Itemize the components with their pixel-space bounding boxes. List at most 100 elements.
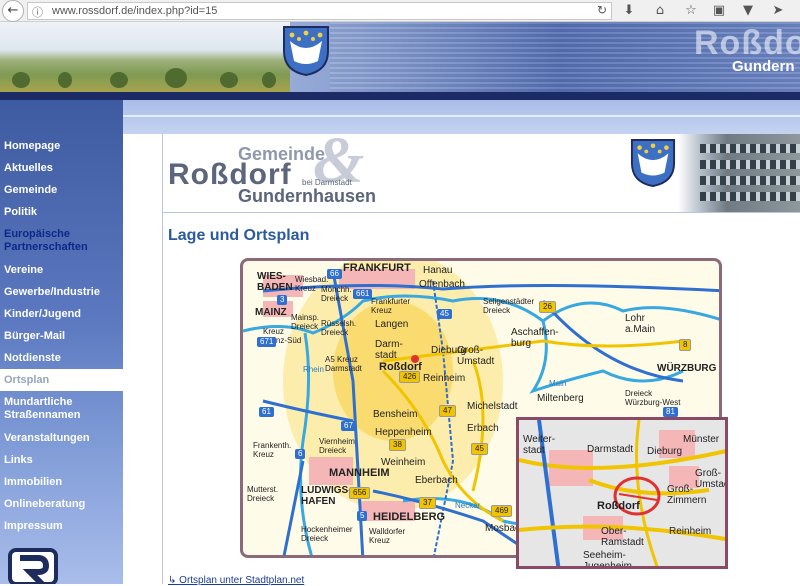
home-icon[interactable]: ⌂ [650,1,670,21]
browser-toolbar: ← ⓘ www.rossdorf.de/index.php?id=15 ↻ ⬇ … [0,0,800,22]
map-label-gross-umstadt: Groß- Umstadt [457,345,495,367]
road-shield-b426: 426 [399,371,421,383]
info-icon[interactable]: ⓘ [32,4,43,20]
sidebar-item-gemeinde[interactable]: Gemeinde [0,184,123,197]
map-label-walldorf: Walldorfer Kreuz [369,527,406,545]
road-shield-b45: 45 [471,443,488,455]
sidebar-item-notdienste[interactable]: Notdienste [0,352,123,365]
building-windows [700,192,800,201]
sidebar-item-impressum[interactable]: Impressum [0,520,123,533]
road-shield-b656: 656 [349,487,371,499]
building-windows [700,176,800,185]
map-label-lohr: Lohr a.Main [625,313,656,335]
map-label-mainz: MAINZ [255,307,287,318]
sidebar-item-ortsplan[interactable]: Ortsplan [0,369,123,391]
sidebar-item-kinder-jugend[interactable]: Kinder/Jugend [0,308,123,321]
road-shield-a67: 67 [341,421,356,431]
map-label-frankenthal: Frankenth. Kreuz [253,441,292,459]
sidebar-item-immobilien[interactable]: Immobilien [0,476,123,489]
tree-icon [12,72,30,88]
coat-of-arms-icon [283,26,329,77]
road-shield-b38: 38 [389,439,406,451]
pocket-icon[interactable]: ▼ [738,1,758,21]
sidebar-item-buerger-mail[interactable]: Bürger-Mail [0,330,123,343]
url-text[interactable]: www.rossdorf.de/index.php?id=15 [52,5,217,17]
stadtplan-link-label[interactable]: Ortsplan unter Stadtplan.net [179,575,304,586]
map-label-heppenheim: Heppenheim [375,427,432,438]
tree-icon [110,72,128,88]
map-label-mutterstadt: Mutterst. Dreieck [247,485,279,503]
map-label-langen: Langen [375,319,409,330]
road-shield-b8: 8 [679,339,692,351]
road-shield-b26: 26 [539,301,556,313]
road-shield-a61: 61 [259,407,274,417]
town-hall-photo [678,134,800,212]
map-label-dreieck-wuerzburg: Dreieck Würzburg-West [625,389,681,407]
map-label-frankfurter-kreuz: Frankfurter Kreuz [371,297,411,315]
road-shield-a3: 3 [277,295,288,305]
banner-subtitle: Gundern [732,58,795,75]
inset-label-dieburg: Dieburg [647,446,683,457]
stadtplan-link[interactable]: ↳ Ortsplan unter Stadtplan.net [168,575,304,586]
banner-divider [0,92,800,100]
map-label-darmstadt: Darm- stadt [375,339,403,361]
road-shield-b37: 37 [419,497,436,509]
sidebar-item-links[interactable]: Links [0,454,123,467]
sidebar-item-strassennamen[interactable]: Mundartliche Straßennamen [0,396,123,422]
tree-icon [262,72,276,88]
inset-label-gross-umstadt: Groß- Umstadt [695,468,725,490]
building-windows [700,160,800,169]
map-label-bensheim: Bensheim [373,409,418,420]
inset-label-muenster: Münster [683,434,720,445]
map-label-wuerzburg: WÜRZBURG [657,363,717,374]
inset-label-seeheim: Seeheim- Jugenheim [583,550,632,569]
map-label-ludwigshafen: LUDWIGS- HAFEN [301,485,352,507]
send-icon[interactable]: ➤ [768,1,788,21]
page-title: Lage und Ortsplan [168,227,310,244]
download-icon[interactable]: ⬇ [619,1,639,21]
map-label-hockenheim: Hockenheimer Dreieck [301,525,353,543]
reload-icon[interactable]: ↻ [597,3,607,17]
inset-label-rossdorf: Roßdorf [597,500,640,512]
inset-label-weiterstadt: Weiter- stadt [523,434,556,456]
road-shield-a671: 671 [257,337,277,347]
external-link-icon: ↳ [168,575,180,586]
coat-of-arms-icon [630,139,676,187]
map-label-hanau: Hanau [423,265,453,276]
tree-icon [58,72,72,88]
address-bar[interactable]: ⓘ www.rossdorf.de/index.php?id=15 ↻ [27,2,612,20]
road-shield-a5: 5 [357,511,368,521]
building-windows [700,144,800,153]
bookmark-star-icon[interactable]: ☆ [681,1,701,21]
sidebar-item-homepage[interactable]: Homepage [0,140,123,153]
road-shield-b469: 469 [491,505,513,517]
sidebar-item-vereine[interactable]: Vereine [0,264,123,277]
inset-map-rossdorf[interactable]: Weiter- stadt Darmstadt Dieburg Münster … [516,417,728,569]
map-label-heidelberg: HEIDELBERG [373,511,446,523]
road-shield-a66: 66 [327,269,342,279]
sidebar-item-partnerschaften[interactable]: Europäische Partnerschaften [0,228,123,254]
tree-icon [165,68,187,88]
map-label-moenchhof: Mönchh. Dreieck [321,285,352,303]
logo-gundernhausen: Gundernhausen [238,186,377,206]
map-label-main: Main [549,379,567,388]
sidebar-item-gewerbe[interactable]: Gewerbe/Industrie [0,286,123,299]
content-top-band [123,100,800,134]
content-top-stripe [123,115,800,117]
sidebar-item-onlineberatung[interactable]: Onlineberatung [0,498,123,511]
map-label-eberbach: Eberbach [415,475,458,486]
inset-label-darmstadt: Darmstadt [587,444,634,455]
road-shield-a45: 45 [437,309,452,319]
header-banner: Roßdorf Gundern [0,22,800,92]
sidebar-item-politik[interactable]: Politik [0,206,123,219]
sidebar-item-veranstaltungen[interactable]: Veranstaltungen [0,432,123,445]
map-label-michelstadt: Michelstadt [467,401,518,412]
map-label-a5-kreuz: A5 Kreuz Darmstadt [325,355,362,373]
map-label-neckar: Neckar [455,501,481,510]
road-shield-a661: 661 [353,289,373,299]
sidebar-item-aktuelles[interactable]: Aktuelles [0,162,123,175]
library-icon[interactable]: ▣ [709,1,729,21]
map-label-rhein: Rhein [303,365,324,374]
back-arrow-icon[interactable]: ← [2,0,24,22]
map-label-seligenstaedter: Seligenstädter Dreieck [483,297,535,315]
